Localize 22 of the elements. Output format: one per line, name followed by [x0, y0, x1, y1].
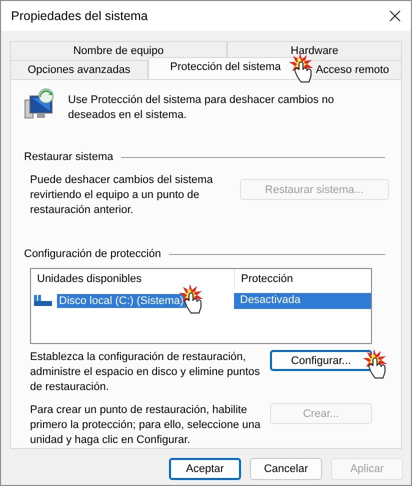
tab[interactable]: Nombre de equipo: [10, 41, 227, 60]
dialog-button[interactable]: Cancelar: [250, 458, 322, 480]
close-icon[interactable]: [389, 10, 401, 22]
tab[interactable]: Acceso remoto: [303, 60, 402, 79]
column-header[interactable]: Unidades disponibles: [31, 269, 234, 289]
create-description: Para crear un punto de restauración, habilite primero la protección; para ello, seleccione una unidad y haga clic en Configurar.: [30, 403, 262, 448]
restore-description: Puede deshacer cambios del sistema revirtiendo el equipo a un punto de restauración anterior.: [30, 173, 214, 218]
intro-text: Use Protección del sistema para deshacer cambios no deseados en el sistema.: [68, 93, 335, 123]
group-title: Restaurar sistema: [24, 151, 114, 163]
tab[interactable]: Hardware: [227, 41, 402, 60]
drive-cell[interactable]: Disco local (C:) (Sistema): [57, 294, 186, 308]
tab[interactable]: Protección del sistema: [148, 57, 303, 79]
configure-button[interactable]: Configurar...: [270, 350, 372, 371]
configure-description: Establezca la configuración de restauración, administre el espacio en disco y elimine puntos de restauración.: [30, 350, 261, 395]
drive-icon: [33, 295, 53, 307]
column-header[interactable]: Protección: [234, 269, 371, 289]
protection-cell[interactable]: Desactivada: [234, 293, 371, 309]
window-title: Propiedades del sistema: [11, 9, 148, 23]
tab[interactable]: Opciones avanzadas: [10, 60, 148, 79]
group-title: Configuración de protección: [24, 248, 161, 260]
dialog-button[interactable]: Aceptar: [169, 458, 241, 480]
click-marker-icon: [363, 349, 389, 379]
